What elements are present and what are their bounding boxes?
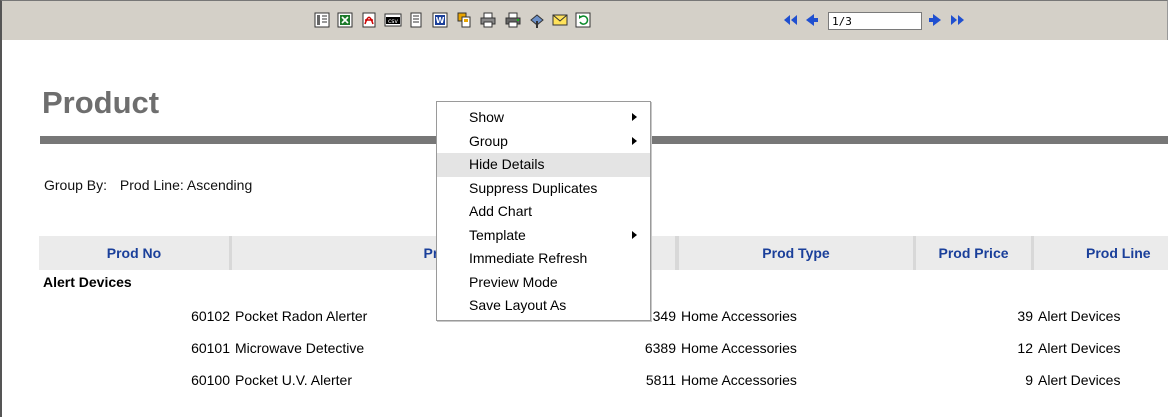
next-page-icon[interactable] [926,10,946,30]
cell-product: Microwave Detective [235,340,365,356]
svg-text:W: W [436,16,445,25]
menu-item-label: Save Layout As [469,297,567,313]
previous-page-icon[interactable] [801,10,821,30]
menu-item-hide-details[interactable]: Hide Details [437,153,650,177]
save-disk-icon[interactable] [527,10,547,30]
cell-prod-price: 9 [1025,372,1033,388]
cell-prod-cost: 5811 [645,372,676,388]
csv-icon[interactable]: csv [383,10,403,30]
menu-item-save-layout-as[interactable]: Save Layout As [437,294,650,318]
menu-item-add-chart[interactable]: Add Chart [437,200,650,224]
cell-prod-line: Alert Devices [1038,372,1121,388]
cell-prod-no: 60100 [191,372,230,388]
report-title: Product [42,85,160,120]
cell-prod-no: 60101 [191,340,230,356]
submenu-arrow-icon [632,113,637,121]
menu-item-label: Add Chart [469,203,533,219]
page-number-input[interactable] [828,12,922,30]
cell-prod-type: Home Accessories [681,308,797,324]
svg-text:csv: csv [388,18,398,25]
cell-prod-price: 12 [1017,340,1033,356]
menu-item-label: Immediate Refresh [469,250,588,266]
report-toolbar: csv W [0,0,1168,40]
menu-item-label: Show [469,109,505,125]
refresh-icon[interactable] [573,10,593,30]
menu-item-immediate-refresh[interactable]: Immediate Refresh [437,247,650,271]
group-by-label: Group By: [44,177,108,193]
column-header-prod-price[interactable]: Prod Price [916,236,1031,270]
cell-prod-type: Home Accessories [681,340,797,356]
cell-prod-cost: 6389 [644,340,676,356]
excel-icon[interactable] [335,10,355,30]
first-page-icon[interactable] [781,10,801,30]
cell-product: Pocket Radon Alerter [235,308,368,324]
powerpoint-icon[interactable] [454,10,474,30]
menu-item-show[interactable]: Show [437,106,650,130]
cell-prod-type: Home Accessories [681,372,797,388]
submenu-arrow-icon [632,230,637,239]
column-header-prod-line[interactable]: Prod Line [1034,236,1168,270]
text-icon[interactable] [406,10,426,30]
cell-prod-line: Alert Devices [1038,340,1121,356]
menu-item-label: Preview Mode [469,273,558,290]
submenu-arrow-icon [632,136,637,145]
menu-item-label: Template [469,226,526,243]
column-header-prod-no[interactable]: Prod No [39,236,229,270]
outline-icon[interactable] [312,10,332,30]
context-menu: Show Group Hide Details Suppress Duplica… [436,101,651,321]
table-row: 60101 Microwave Detective 6389 Home Acce… [2,340,1168,360]
email-icon[interactable] [550,10,570,30]
menu-item-suppress-duplicates[interactable]: Suppress Duplicates [437,177,650,201]
cell-prod-no: 60102 [191,308,230,324]
menu-item-label: Suppress Duplicates [469,179,598,196]
group-header: Alert Devices [43,274,132,290]
last-page-icon[interactable] [947,10,967,30]
cell-prod-price: 39 [1017,308,1033,324]
menu-item-template[interactable]: Template [437,224,650,248]
table-row: 60100 Pocket U.V. Alerter 5811 Home Acce… [2,372,1168,392]
group-by-value: Prod Line: Ascending [119,177,253,193]
cell-product: Pocket U.V. Alerter [235,372,352,388]
print-all-icon[interactable] [503,10,523,30]
print-icon[interactable] [478,10,498,30]
group-by-line: Group By: Prod Line: Ascending [44,177,252,193]
column-header-prod-type[interactable]: Prod Type [679,236,913,270]
menu-item-preview-mode[interactable]: Preview Mode [437,271,650,295]
menu-item-label: Hide Details [469,156,545,172]
cell-prod-line: Alert Devices [1038,308,1121,324]
pdf-icon[interactable] [359,10,379,30]
menu-item-label: Group [469,132,508,149]
word-icon[interactable]: W [430,10,450,30]
menu-item-group[interactable]: Group [437,130,650,154]
